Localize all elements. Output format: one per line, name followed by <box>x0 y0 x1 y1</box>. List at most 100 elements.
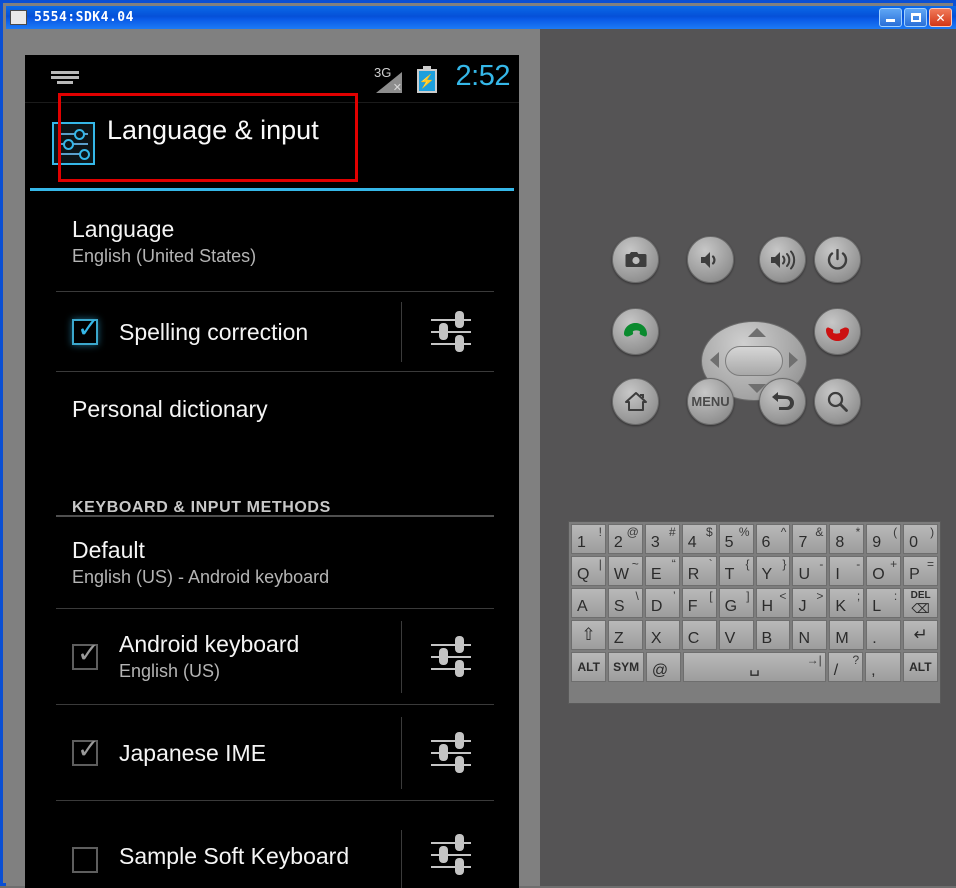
power-button[interactable] <box>814 236 861 283</box>
settings-slider-icon[interactable] <box>431 311 471 352</box>
key-y[interactable]: Y} <box>755 556 791 586</box>
battery-charging-icon: ⚡ <box>417 66 437 93</box>
key-c[interactable]: C <box>681 620 717 650</box>
list-item-sample-soft-keyboard[interactable]: Sample Soft Keyboard <box>25 801 519 888</box>
settings-slider-icon[interactable] <box>431 834 471 875</box>
dpad-right-arrow[interactable] <box>789 352 798 368</box>
window-title: 5554:SDK4.04 <box>34 10 134 25</box>
minimize-button[interactable] <box>879 8 902 27</box>
key-n[interactable]: N <box>792 620 828 650</box>
key-k[interactable]: K; <box>829 588 865 618</box>
key-e[interactable]: E “ <box>644 556 680 586</box>
key-f[interactable]: F[ <box>681 588 717 618</box>
checkbox-sample-soft-keyboard[interactable] <box>72 847 98 873</box>
key-alt-right[interactable]: ALT <box>902 652 939 682</box>
key-a[interactable]: A <box>571 588 606 618</box>
key-3[interactable]: 3 # <box>644 524 680 554</box>
key-period[interactable]: . <box>866 620 902 650</box>
key-r[interactable]: R ` <box>681 556 717 586</box>
key-0[interactable]: 0) <box>903 524 939 554</box>
keyboard-row-qwerty: Q | W ~ E “ R ` T{ Y} U- I- O + P = <box>571 556 939 586</box>
key-z[interactable]: Z <box>607 620 643 650</box>
key-i[interactable]: I- <box>829 556 865 586</box>
phone-call-icon <box>624 322 647 337</box>
camera-button[interactable] <box>612 236 659 283</box>
key-shift[interactable]: ⇧ <box>571 620 606 650</box>
volume-down-button[interactable] <box>687 236 734 283</box>
checkbox-android-keyboard[interactable]: ✓ <box>72 640 100 670</box>
list-item-spelling-correction[interactable]: ✓ Spelling correction <box>25 292 519 372</box>
search-button[interactable] <box>814 378 861 425</box>
key-8[interactable]: 8 * <box>829 524 865 554</box>
list-item-default-input-method[interactable]: Default English (US) - Android keyboard <box>25 517 519 609</box>
settings-list: Language English (United States) ✓ Spell… <box>25 192 519 888</box>
key-b[interactable]: B <box>755 620 791 650</box>
delete-label: DEL <box>910 590 931 601</box>
key-o[interactable]: O + <box>866 556 902 586</box>
android-status-bar: 3G ✕ ⚡ 2:52 <box>25 55 519 103</box>
list-item-android-keyboard[interactable]: ✓ Android keyboard English (US) <box>25 609 519 705</box>
keyboard-row-zxcv: ⇧ Z X C V B N M . ↵ <box>571 620 939 650</box>
key-5[interactable]: 5% <box>718 524 754 554</box>
key-m[interactable]: M <box>829 620 865 650</box>
key-q[interactable]: Q | <box>571 556 606 586</box>
key-sym[interactable]: SYM <box>608 652 644 682</box>
menu-button[interactable]: MENU <box>687 378 734 425</box>
volume-up-button[interactable] <box>759 236 806 283</box>
maximize-button[interactable] <box>904 8 927 27</box>
key-at[interactable]: @ <box>645 652 682 682</box>
key-g[interactable]: G] <box>718 588 754 618</box>
checkbox-japanese-ime[interactable]: ✓ <box>72 736 100 766</box>
key-x[interactable]: X <box>644 620 680 650</box>
key-9[interactable]: 9( <box>866 524 902 554</box>
end-call-button[interactable] <box>814 308 861 355</box>
key-s[interactable]: S \ <box>607 588 643 618</box>
key-enter[interactable]: ↵ <box>903 620 939 650</box>
dpad-left-arrow[interactable] <box>710 352 719 368</box>
key-t[interactable]: T{ <box>718 556 754 586</box>
list-item-japanese-ime[interactable]: ✓ Japanese IME <box>25 705 519 801</box>
signal-label: 3G <box>374 65 392 80</box>
key-l[interactable]: L: <box>866 588 902 618</box>
phone-screen[interactable]: 3G ✕ ⚡ 2:52 Language & input Language En… <box>25 55 519 888</box>
key-4[interactable]: 4 $ <box>681 524 717 554</box>
shift-icon: ⇧ <box>581 625 596 644</box>
list-item-personal-dictionary[interactable]: Personal dictionary <box>25 372 519 447</box>
key-6[interactable]: 6 ^ <box>755 524 791 554</box>
dpad-up-arrow[interactable] <box>748 328 766 337</box>
key-delete[interactable]: DEL ⌫ <box>903 588 939 618</box>
keyboard-icon <box>51 71 79 86</box>
back-arrow-icon <box>771 391 794 410</box>
settings-sliders-icon <box>52 122 95 165</box>
call-button[interactable] <box>612 308 659 355</box>
key-w[interactable]: W ~ <box>607 556 643 586</box>
device-control-panel <box>540 29 956 886</box>
list-item-title: Personal dictionary <box>72 396 268 423</box>
key-2[interactable]: 2 @ <box>607 524 643 554</box>
key-space[interactable]: ␣ →| <box>683 652 826 682</box>
dpad-center-button[interactable] <box>725 346 783 376</box>
status-clock: 2:52 <box>455 60 511 92</box>
hardware-keyboard[interactable]: 1! 2 @ 3 # 4 $ 5% 6 ^ 7 & 8 * 9( 0) Q | W ~ E “ R… <box>568 521 941 704</box>
search-icon <box>827 391 848 412</box>
key-j[interactable]: J > <box>792 588 828 618</box>
close-button[interactable]: ✕ <box>929 8 952 27</box>
key-comma[interactable]: , <box>865 652 901 682</box>
key-slash[interactable]: /? <box>827 652 864 682</box>
key-1[interactable]: 1! <box>571 524 606 554</box>
key-h[interactable]: H < <box>755 588 791 618</box>
key-alt-left[interactable]: ALT <box>571 652 607 682</box>
checkbox-spelling-correction[interactable]: ✓ <box>72 315 100 345</box>
key-7[interactable]: 7 & <box>792 524 828 554</box>
page-title: Language & input <box>107 115 319 145</box>
list-item-language[interactable]: Language English (United States) <box>25 192 519 292</box>
emulator-window: 5554:SDK4.04 ✕ 3G ✕ ⚡ 2:52 Language & in… <box>0 0 956 888</box>
key-u[interactable]: U- <box>792 556 828 586</box>
settings-slider-icon[interactable] <box>431 636 471 677</box>
back-button[interactable] <box>759 378 806 425</box>
key-p[interactable]: P = <box>903 556 939 586</box>
settings-slider-icon[interactable] <box>431 732 471 773</box>
key-v[interactable]: V <box>718 620 754 650</box>
key-d[interactable]: D’ <box>644 588 680 618</box>
home-button[interactable] <box>612 378 659 425</box>
